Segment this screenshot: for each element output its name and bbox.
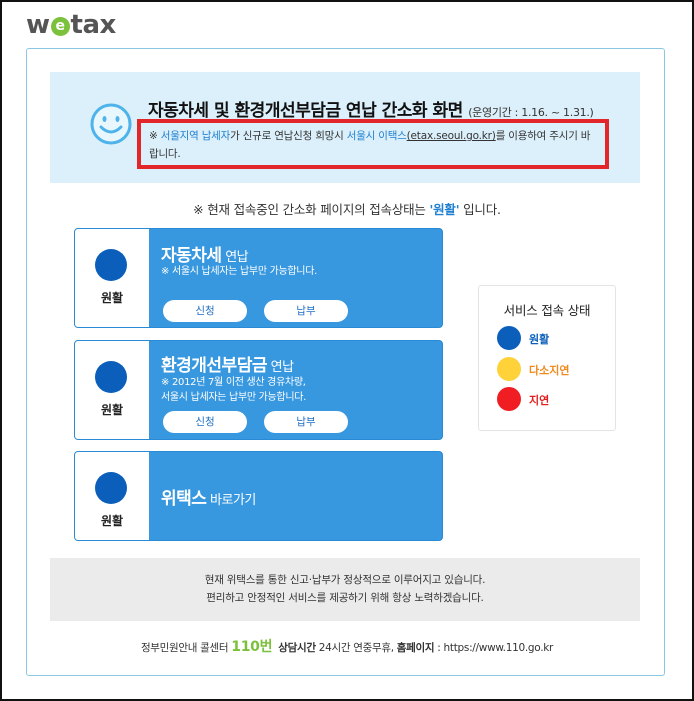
- service-status-legend: 서비스 접속 상태 원활 다소지연 지연: [478, 285, 616, 431]
- service-card-vehicle-tax: 원활 자동차세 연납 ※ 서울시 납세자는 납부만 가능합니다. 신청 납부: [74, 228, 443, 328]
- page-title: 자동차세 및 환경개선부담금 연납 간소화 화면 (운영기간 : 1.16. ~…: [148, 101, 594, 121]
- status-label: 원활: [100, 514, 124, 528]
- status-dot-icon: [95, 472, 127, 504]
- legend-label: 다소지연: [529, 364, 570, 377]
- callcenter-number: 110번: [231, 639, 273, 655]
- wetax-logo[interactable]: w e tax: [26, 10, 116, 40]
- seoul-etax-link[interactable]: (etax.seoul.go.kr): [407, 130, 496, 142]
- connection-status-line: ※ 현재 접속중인 간소화 페이지의 접속상태는 '원활' 입니다.: [193, 202, 501, 217]
- service-status: 원활: [75, 341, 149, 439]
- status-dot-icon: [95, 361, 127, 393]
- service-message-band: 현재 위택스를 통한 신고·납부가 정상적으로 이루어지고 있습니다. 편리하고…: [50, 558, 640, 621]
- legend-dot-icon: [497, 387, 521, 411]
- footer-callcenter: 정부민원안내 콜센터 110번 상담시간 24시간 연중무휴, 홈페이지 : h…: [140, 639, 554, 655]
- seoul-taxpayer-highlight: 서울지역 납세자: [160, 130, 231, 142]
- service-desc-line-2: 서울시 납세자는 납부만 가능합니다.: [161, 392, 307, 403]
- service-desc: ※ 서울시 납세자는 납부만 가능합니다.: [161, 266, 317, 277]
- homepage-link[interactable]: : https://www.110.go.kr: [434, 642, 553, 654]
- legend-dot-icon: [497, 326, 521, 350]
- service-card-wetax-shortcut[interactable]: 원활 위택스 바로가기: [74, 451, 443, 541]
- service-title: 위택스 바로가기: [161, 489, 256, 509]
- service-status: 원활: [75, 229, 149, 327]
- operation-period: (운영기간 : 1.16. ~ 1.31.): [468, 106, 594, 119]
- logo-e-mark: e: [50, 17, 70, 36]
- status-dot-icon: [95, 249, 127, 281]
- service-title: 환경개선부담금 연납: [161, 356, 294, 376]
- service-message: 현재 위택스를 통한 신고·납부가 정상적으로 이루어지고 있습니다. 편리하고…: [204, 574, 486, 604]
- legend-title: 서비스 접속 상태: [503, 303, 591, 318]
- connection-status-value: '원활': [429, 202, 460, 217]
- status-label: 원활: [100, 291, 124, 305]
- smiley-icon: [90, 103, 132, 145]
- status-label: 원활: [100, 403, 124, 417]
- environment-charge-pay-button[interactable]: 납부: [264, 411, 348, 433]
- service-desc-line-1: ※ 2012년 7월 이전 생산 경유차량,: [161, 377, 306, 388]
- legend-dot-icon: [497, 357, 521, 381]
- service-status: 원활: [75, 452, 149, 540]
- vehicle-tax-pay-button[interactable]: 납부: [264, 300, 348, 322]
- legend-label: 원활: [529, 333, 550, 346]
- service-card-environment-charge: 원활 환경개선부담금 연납 ※ 2012년 7월 이전 생산 경유차량, 서울시…: [74, 340, 443, 440]
- seoul-notice-box: ※ 서울지역 납세자가 신규로 연납신청 희망시 서울시 이택스(etax.se…: [137, 119, 609, 169]
- legend-label: 지연: [529, 394, 550, 407]
- seoul-notice-text: ※ 서울지역 납세자가 신규로 연납신청 희망시 서울시 이택스(etax.se…: [149, 130, 591, 160]
- environment-charge-apply-button[interactable]: 신청: [163, 411, 247, 433]
- seoul-etax-name: 서울시 이택스: [346, 130, 407, 142]
- service-title: 자동차세 연납: [161, 246, 249, 266]
- vehicle-tax-apply-button[interactable]: 신청: [163, 300, 247, 322]
